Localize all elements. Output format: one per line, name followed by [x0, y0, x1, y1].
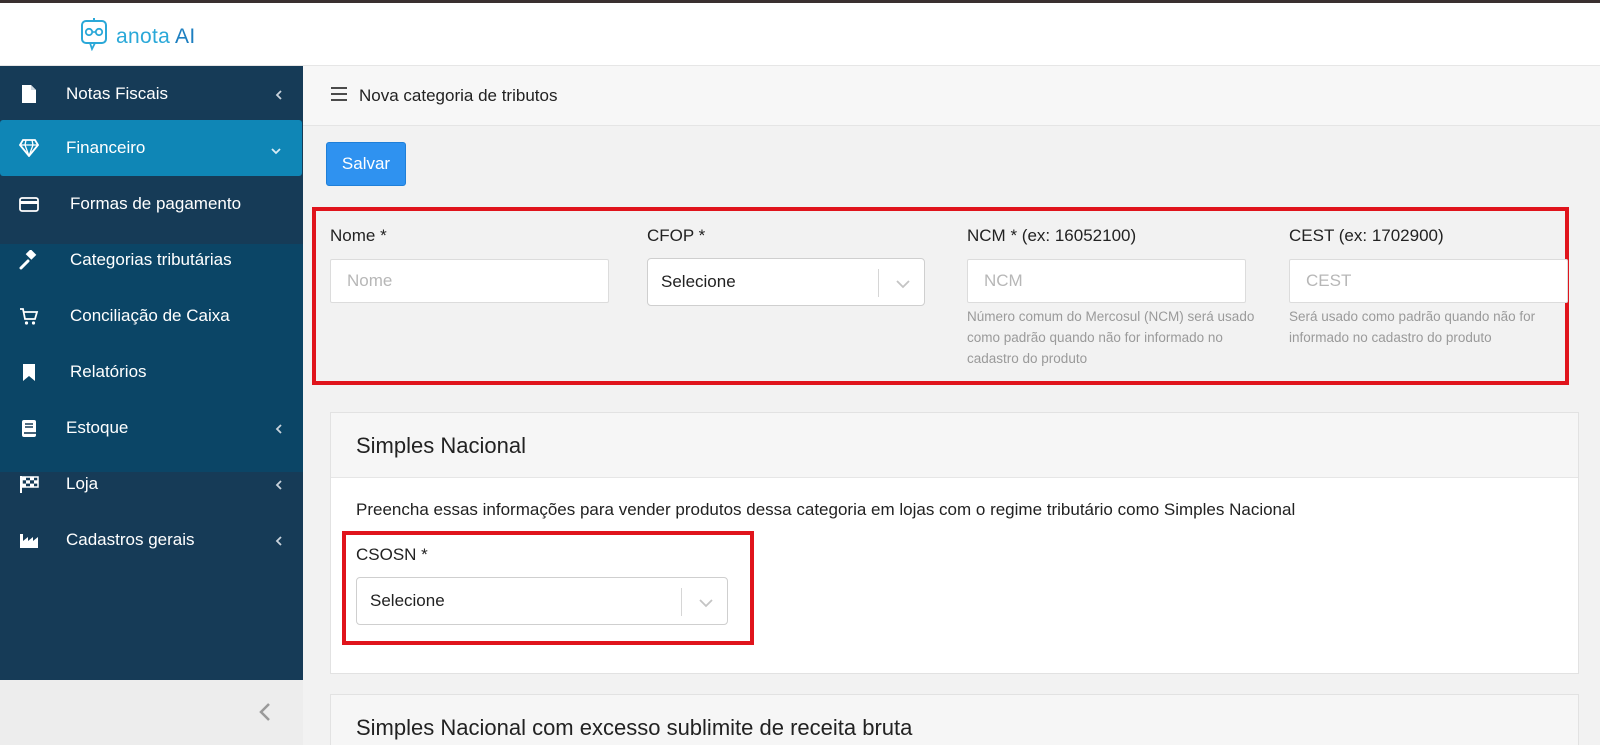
sidebar-item-notas-fiscais[interactable]: Notas Fiscais: [0, 66, 303, 122]
industry-icon: [18, 529, 40, 551]
page-header: Nova categoria de tributos: [303, 66, 1600, 126]
chevron-down-icon: [270, 140, 282, 160]
chevron-down-icon: [698, 594, 714, 614]
book-icon: [18, 417, 40, 439]
chevron-left-icon: [275, 86, 283, 106]
csosn-select-value: Selecione: [370, 591, 445, 610]
ncm-help-text: Número comum do Mercosul (NCM) será usad…: [967, 309, 1255, 366]
nome-input[interactable]: Nome: [330, 259, 609, 303]
sidebar-item-label: Loja: [66, 474, 99, 493]
cest-input[interactable]: CEST: [1289, 259, 1568, 303]
hamburger-menu-icon[interactable]: [330, 86, 348, 107]
credit-card-icon: [18, 193, 40, 215]
sidebar-item-label: Categorias tributárias: [70, 250, 232, 269]
chevron-left-icon: [275, 476, 283, 496]
cfop-label: CFOP *: [647, 226, 706, 245]
sidebar: Notas Fiscais Financeiro Formas de pagam…: [0, 66, 303, 745]
sidebar-item-estoque[interactable]: Estoque: [0, 400, 303, 456]
csosn-label: CSOSN *: [356, 545, 428, 564]
cest-label: CEST (ex: 1702900): [1289, 226, 1444, 245]
card-title: Simples Nacional: [356, 433, 526, 458]
save-button[interactable]: Salvar: [326, 142, 406, 186]
sidebar-item-label: Notas Fiscais: [66, 84, 169, 103]
card-header: Simples Nacional com excesso sublimite d…: [331, 695, 1578, 745]
simples-nacional-card: Simples Nacional Preencha essas informaç…: [330, 412, 1579, 674]
sidebar-item-relatorios[interactable]: Relatórios: [0, 344, 303, 400]
sidebar-item-categorias-tributarias[interactable]: Categorias tributárias: [0, 232, 303, 288]
chevron-left-icon: [275, 420, 283, 440]
sidebar-item-cadastros-gerais[interactable]: Cadastros gerais: [0, 512, 303, 568]
ncm-label: NCM * (ex: 16052100): [967, 226, 1137, 245]
sidebar-item-loja[interactable]: Loja: [0, 456, 303, 512]
simples-nacional-excesso-card: Simples Nacional com excesso sublimite d…: [330, 694, 1579, 745]
main-content: Nova categoria de tributos Salvar Nome *…: [303, 66, 1600, 745]
select-separator: [878, 269, 879, 297]
collapse-sidebar-chevron-icon[interactable]: [258, 702, 272, 727]
sidebar-item-formas-de-pagamento[interactable]: Formas de pagamento: [0, 176, 303, 232]
select-separator: [681, 588, 682, 616]
brand-logo[interactable]: anota AI: [80, 17, 196, 56]
sidebar-item-label: Cadastros gerais: [66, 530, 195, 549]
diamond-icon: [18, 137, 40, 159]
cfop-select[interactable]: Selecione: [647, 258, 925, 306]
csosn-select[interactable]: Selecione: [356, 577, 728, 625]
card-header: Simples Nacional: [331, 413, 1578, 478]
nome-label: Nome *: [330, 226, 387, 245]
ncm-input[interactable]: NCM: [967, 259, 1246, 303]
sidebar-item-label: Estoque: [66, 418, 129, 437]
cest-help-text: Será usado como padrão quando não for in…: [1289, 309, 1536, 345]
bookmark-icon: [18, 361, 40, 383]
chevron-down-icon: [895, 275, 911, 295]
card-title: Simples Nacional com excesso sublimite d…: [356, 715, 913, 740]
sidebar-item-label: Financeiro: [66, 138, 146, 157]
flag-checkered-icon: [18, 473, 40, 495]
page-title: Nova categoria de tributos: [359, 86, 558, 105]
chevron-left-icon: [275, 532, 283, 552]
cfop-select-value: Selecione: [661, 272, 736, 291]
sidebar-item-conciliacao-de-caixa[interactable]: Conciliação de Caixa: [0, 288, 303, 344]
top-bar: anota AI: [0, 0, 1600, 66]
file-icon: [18, 83, 40, 105]
sidebar-item-financeiro[interactable]: Financeiro: [0, 120, 302, 176]
sidebar-item-label: Conciliação de Caixa: [70, 306, 230, 325]
sidebar-item-label: Relatórios: [70, 362, 147, 381]
logo-wordmark: anota AI: [116, 24, 196, 48]
gavel-icon: [18, 249, 40, 271]
robot-logo-icon: [80, 17, 108, 56]
card-description: Preencha essas informações para vender p…: [356, 500, 1296, 519]
cart-icon: [18, 305, 40, 327]
sidebar-item-label: Formas de pagamento: [70, 194, 242, 213]
